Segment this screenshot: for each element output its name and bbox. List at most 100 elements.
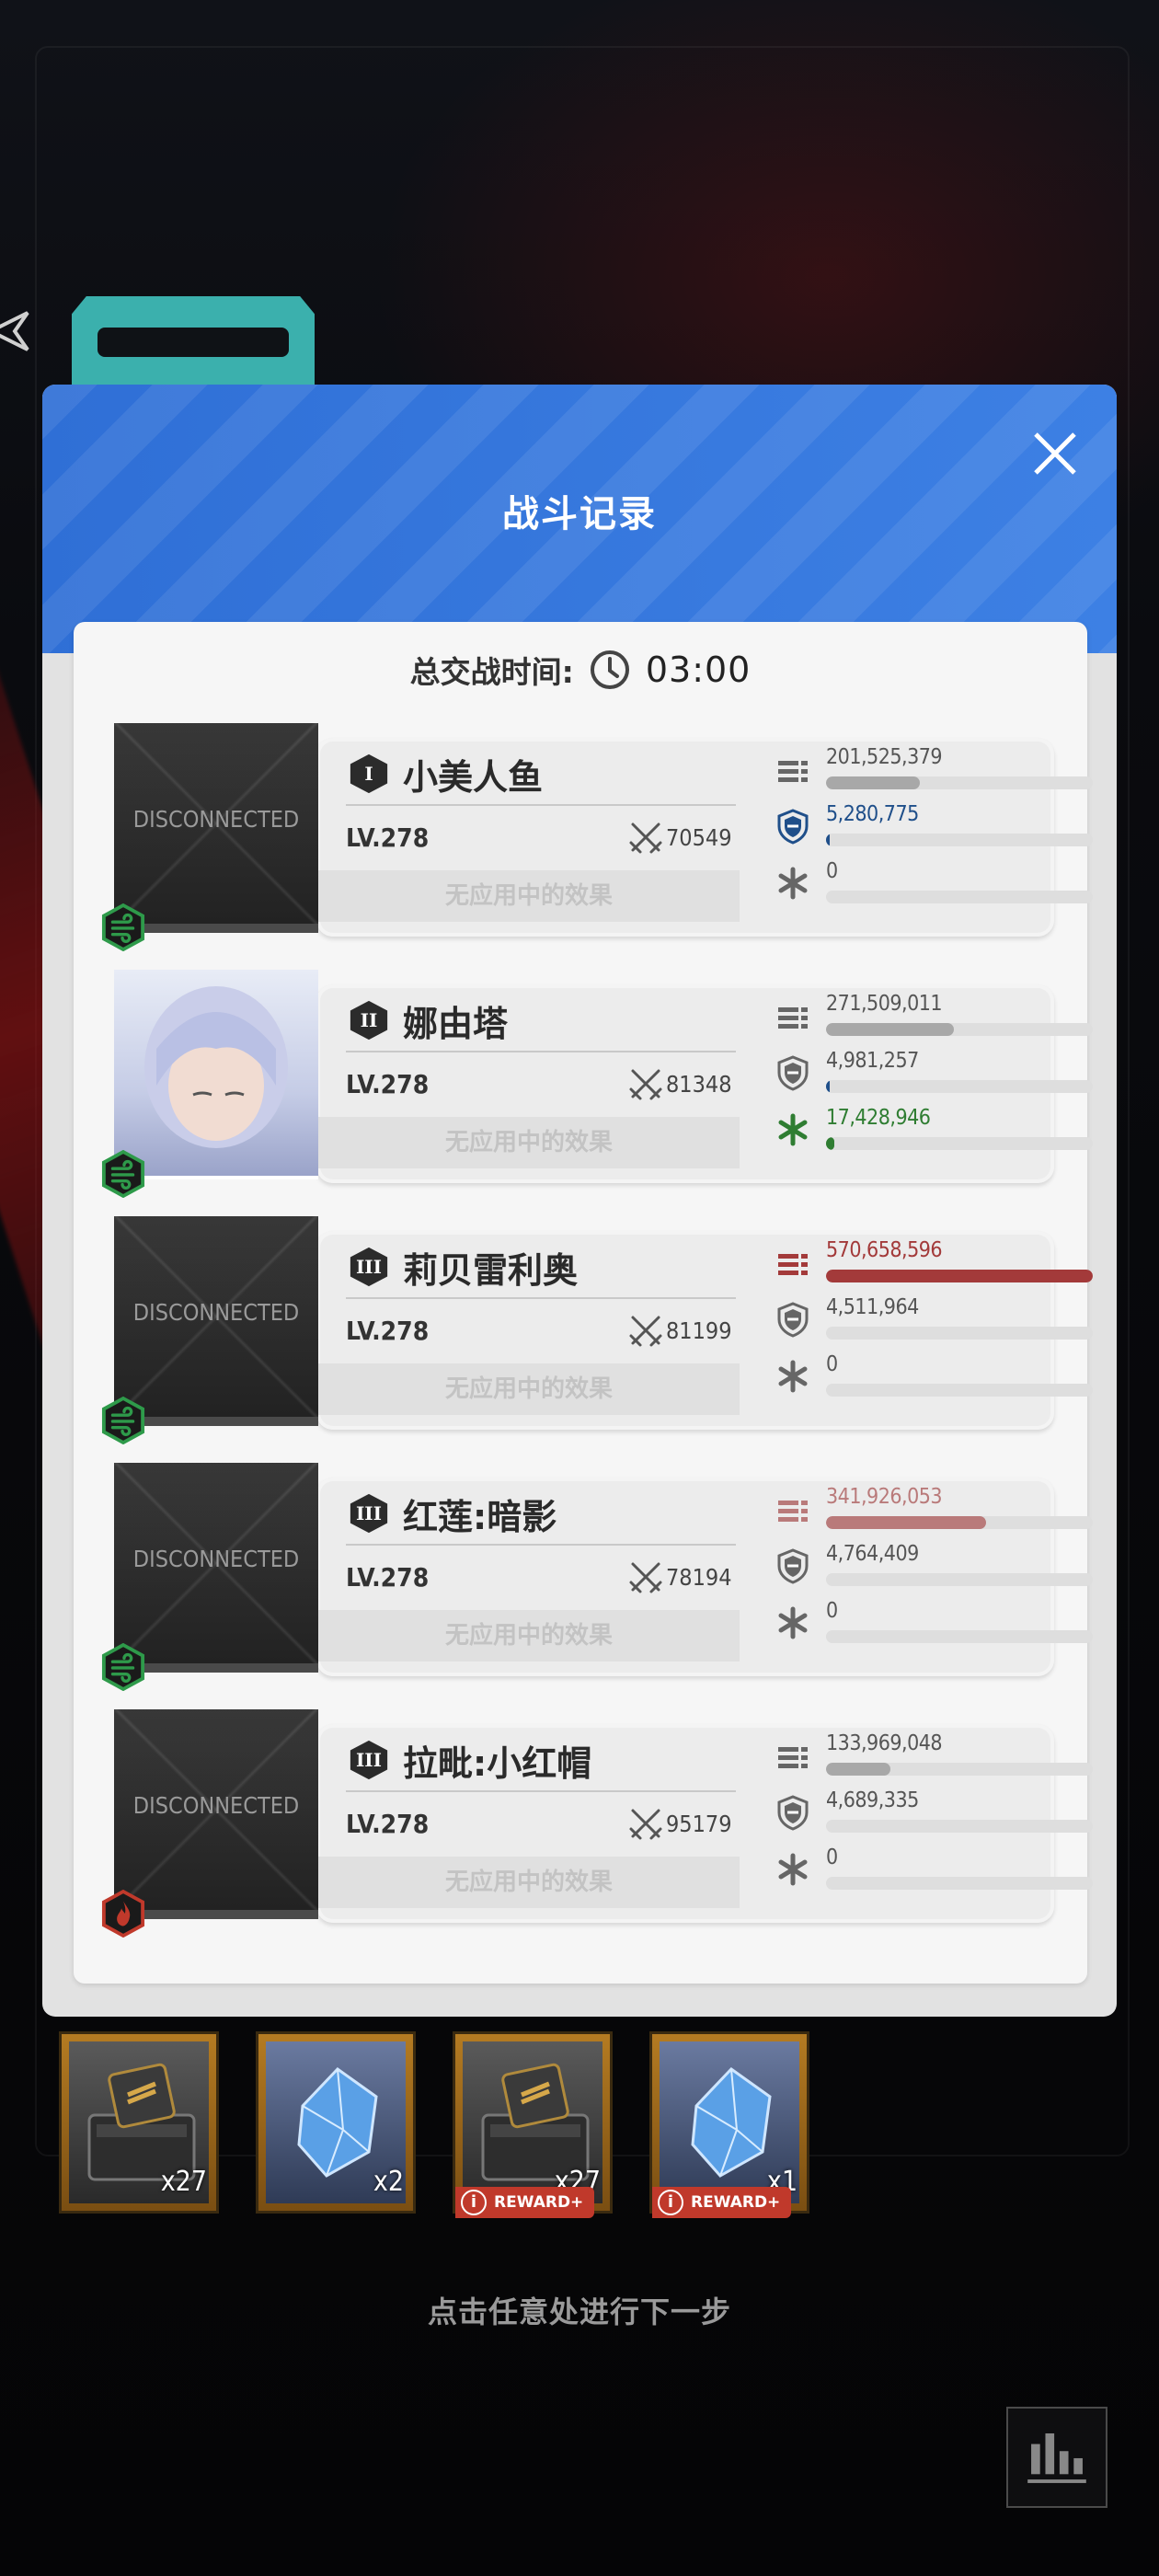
character-portrait-icon [144,986,288,1148]
reward-item[interactable]: x1 i REWARD+ [649,2031,809,2218]
stats-chart-icon[interactable] [1006,2407,1107,2508]
player-portrait: DISCONNECTED [114,1709,318,1919]
damage-value: 201,525,379 [826,745,943,769]
reward-tag-label: REWARD+ [494,2193,584,2212]
player-row: DISCONNECTED III 拉毗:小红帽 LV.278 95179 无应用… [101,1709,1093,1938]
heal-value: 0 [826,1846,838,1869]
modal-title: 战斗记录 [502,493,657,535]
reward-quantity: x2 [373,2166,404,2198]
shield-bar [826,1080,1093,1093]
duration-value: 03:00 [645,650,752,690]
divider [346,1790,736,1792]
disconnected-label: DISCONNECTED [132,1792,300,1819]
player-level: LV.278 [346,1809,430,1839]
back-arrow-icon [0,311,29,351]
player-level: LV.278 [346,1316,430,1346]
wind-element-icon [101,1150,145,1198]
clock-icon [590,650,629,689]
shield-value: 4,689,335 [826,1788,919,1812]
info-icon: i [461,2190,487,2215]
heal-icon [775,1604,811,1641]
heal-bar [826,1137,1093,1150]
player-portrait [114,970,318,1179]
reward-item[interactable]: x27 i REWARD+ [453,2031,613,2218]
damage-icon [775,999,811,1036]
player-name: 小美人鱼 [403,757,544,798]
reward-item[interactable]: x27 [59,2031,219,2214]
shield-value: 5,280,775 [826,802,919,826]
player-portrait: DISCONNECTED [114,1463,318,1673]
damage-bar [826,1270,1093,1282]
reward-tag-label: REWARD+ [691,2193,781,2212]
wind-element-icon [101,1397,145,1444]
damage-bar [826,1023,1093,1036]
player-level: LV.278 [346,1069,430,1099]
modal-header: 战斗记录 [42,385,1117,653]
player-level: LV.278 [346,1562,430,1593]
player-portrait: DISCONNECTED [114,723,318,933]
combat-power: 95179 [666,1811,732,1837]
damage-icon [775,1739,811,1776]
heal-value: 0 [826,1352,838,1376]
effect-status: 无应用中的效果 [318,870,740,922]
info-icon: i [658,2190,683,2215]
shield-value: 4,764,409 [826,1542,919,1566]
damage-value: 133,969,048 [826,1731,943,1755]
swords-icon [629,1562,662,1593]
close-icon[interactable] [1023,421,1087,486]
player-level: LV.278 [346,822,430,853]
shield-bar [826,834,1093,846]
battle-duration: 总交战时间: 03:00 [74,642,1087,697]
damage-icon [775,1492,811,1529]
rank-badge: III [346,1492,392,1535]
combat-power: 81199 [666,1317,732,1344]
duration-label: 总交战时间: [409,654,574,690]
damage-bar [826,776,1093,789]
player-row: DISCONNECTED I 小美人鱼 LV.278 70549 无应用中的效果… [101,723,1093,951]
effect-status: 无应用中的效果 [318,1610,740,1662]
shield-value: 4,981,257 [826,1049,919,1073]
disconnected-label: DISCONNECTED [132,1299,300,1326]
reward-item[interactable]: x2 [256,2031,416,2214]
combat-power: 70549 [666,824,732,851]
shield-bar [826,1820,1093,1833]
reward-plus-badge: i REWARD+ [652,2187,792,2218]
record-content: 总交战时间: 03:00 DISCONNECTED I 小美人鱼 LV.278 … [74,622,1093,1984]
heal-value: 0 [826,859,838,883]
rank-badge: III [346,1739,392,1781]
heal-bar [826,1877,1093,1890]
damage-value: 570,658,596 [826,1238,943,1262]
swords-icon [629,822,662,854]
heal-bar [826,1384,1093,1397]
player-name: 娜由塔 [403,1004,509,1044]
damage-value: 271,509,011 [826,992,943,1016]
continue-hint[interactable]: 点击任意处进行下一步 [0,2289,1159,2331]
damage-bar [826,1763,1093,1776]
wind-element-icon [101,903,145,951]
top-tab [72,296,315,385]
divider [346,1297,736,1299]
player-name: 拉毗:小红帽 [403,1743,592,1784]
player-row: DISCONNECTED III 红莲:暗影 LV.278 78194 无应用中… [101,1463,1093,1691]
reward-quantity: x27 [160,2166,207,2198]
effect-status: 无应用中的效果 [318,1857,740,1908]
shield-icon [775,1547,811,1584]
rank-badge: III [346,1246,392,1288]
divider [346,804,736,806]
disconnected-label: DISCONNECTED [132,806,300,833]
rank-label: I [364,763,373,785]
heal-icon [775,1851,811,1888]
shield-value: 4,511,964 [826,1295,919,1319]
shield-bar [826,1573,1093,1586]
shield-bar [826,1327,1093,1340]
combat-power: 78194 [666,1564,732,1591]
heal-icon [775,1111,811,1148]
rank-label: II [360,1009,378,1031]
heal-value: 0 [826,1599,838,1623]
player-name: 红莲:暗影 [403,1497,557,1537]
shield-icon [775,1301,811,1338]
damage-bar [826,1516,1093,1529]
heal-icon [775,865,811,902]
rank-label: III [355,1749,383,1771]
divider [346,1544,736,1546]
